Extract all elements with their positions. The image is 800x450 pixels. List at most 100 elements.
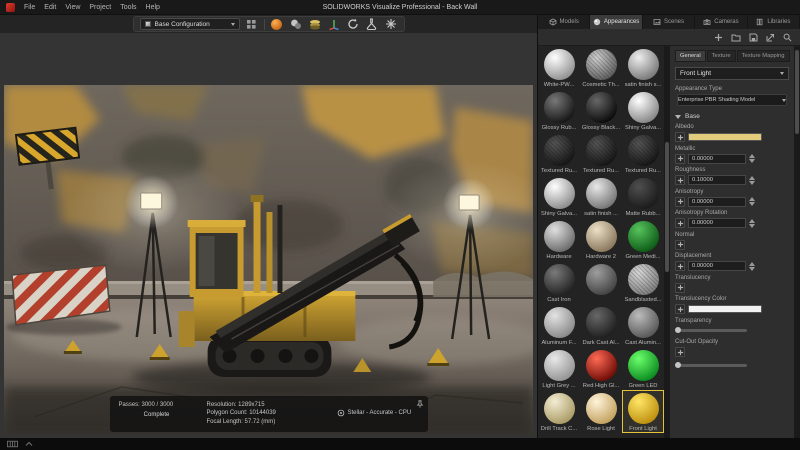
slider-track[interactable]	[675, 364, 747, 367]
tab-libraries[interactable]: Libraries	[748, 15, 800, 29]
appearance-swatch[interactable]: satin finish ...	[580, 175, 622, 218]
slider-thumb[interactable]	[675, 327, 681, 333]
stepper-buttons[interactable]	[749, 262, 755, 271]
appearance-swatch[interactable]: Shiny Galva...	[622, 89, 664, 132]
add-texture-button[interactable]	[675, 283, 685, 293]
materials-button[interactable]	[289, 17, 303, 31]
appearance-swatch[interactable]: Glossy Rub...	[538, 89, 580, 132]
import-button[interactable]	[731, 33, 741, 42]
appearance-swatch[interactable]: White-PW...	[538, 46, 580, 89]
appearance-swatch[interactable]: Light Grey ...	[538, 347, 580, 390]
export-button[interactable]	[766, 33, 775, 42]
menu-tools[interactable]: Tools	[120, 4, 136, 11]
render-canvas[interactable]	[4, 85, 533, 435]
color-swatch-button[interactable]	[688, 305, 762, 313]
appearance-swatch[interactable]: Shiny Galva...	[538, 175, 580, 218]
expand-up-icon[interactable]	[25, 441, 33, 447]
menu-file[interactable]: File	[24, 4, 35, 11]
tab-cameras[interactable]: Cameras	[695, 15, 747, 29]
properties-scrollbar[interactable]	[794, 46, 800, 438]
add-texture-button[interactable]	[675, 240, 685, 250]
search-button[interactable]	[783, 33, 792, 42]
tab-models[interactable]: Models	[538, 15, 590, 29]
add-texture-button[interactable]	[675, 197, 685, 207]
appearance-swatch[interactable]: Cast Alumin...	[622, 304, 664, 347]
config-grid-button[interactable]	[245, 17, 259, 31]
number-input[interactable]: 0.00000	[688, 261, 746, 271]
appearance-swatch[interactable]: Textured Ru...	[622, 132, 664, 175]
number-input[interactable]: 0.00000	[688, 154, 746, 164]
param-anisotropy: Anisotropy0.00000	[675, 189, 789, 208]
appearance-swatch[interactable]: Sandblasted...	[622, 261, 664, 304]
appearance-swatch[interactable]: Matte Rubb...	[622, 175, 664, 218]
swatch-scrollbar[interactable]	[664, 46, 670, 438]
appearance-swatch[interactable]: Aluminum F...	[538, 304, 580, 347]
render-button[interactable]	[365, 17, 379, 31]
appearance-swatch[interactable]: Textured Ru...	[538, 132, 580, 175]
palette-toolbar	[538, 29, 800, 46]
stepper-buttons[interactable]	[749, 219, 755, 228]
appearance-name-dropdown[interactable]: Front Light	[675, 67, 789, 80]
tab-scenes[interactable]: Scenes	[643, 15, 695, 29]
tab-texture-mapping[interactable]: Texture Mapping	[737, 50, 790, 62]
add-texture-button[interactable]	[675, 218, 685, 228]
number-input[interactable]: 0.00000	[688, 197, 746, 207]
appearance-swatch[interactable]: Cast Iron	[538, 261, 580, 304]
appearance-swatch[interactable]: Hardware 2	[580, 218, 622, 261]
viewport-toolbar: Base Configuration	[0, 15, 537, 33]
add-texture-button[interactable]	[675, 304, 685, 314]
app-window: File Edit View Project Tools Help SOLIDW…	[0, 0, 800, 450]
appearance-type-dropdown[interactable]: Enterprise PBR Shading Model	[677, 94, 787, 106]
tab-general[interactable]: General	[675, 50, 706, 62]
appearance-swatch[interactable]: Front Light	[622, 390, 664, 433]
add-texture-button[interactable]	[675, 175, 685, 185]
stepper-buttons[interactable]	[749, 197, 755, 206]
menu-project[interactable]: Project	[89, 4, 111, 11]
scrollbar-thumb[interactable]	[665, 142, 669, 272]
configuration-dropdown[interactable]: Base Configuration	[140, 18, 240, 30]
pin-icon[interactable]	[416, 400, 424, 408]
slider-track[interactable]	[675, 329, 747, 332]
appearance-ball-button[interactable]	[270, 17, 284, 31]
menu-help[interactable]: Help	[146, 4, 160, 11]
tab-texture[interactable]: Texture	[707, 50, 736, 62]
appearance-swatch[interactable]: Glossy Black...	[580, 89, 622, 132]
timeline-icon[interactable]	[7, 440, 18, 448]
appearance-swatch[interactable]: Textured Ru...	[580, 132, 622, 175]
appearance-swatch[interactable]: satin finish s...	[622, 46, 664, 89]
status-bar	[0, 438, 800, 450]
scrollbar-thumb[interactable]	[795, 50, 799, 134]
viewport[interactable]: Passes: 3000 / 3000 Complete Resolution:…	[0, 33, 537, 438]
appearance-swatch[interactable]: Drill Track C...	[538, 390, 580, 433]
number-input[interactable]: 0.10000	[688, 175, 746, 185]
appearance-swatch[interactable]: Red High Gl...	[580, 347, 622, 390]
appearance-swatch[interactable]: Hardware	[538, 218, 580, 261]
add-appearance-button[interactable]	[714, 33, 723, 42]
tab-label: Cameras	[714, 19, 738, 25]
add-texture-button[interactable]	[675, 261, 685, 271]
effects-button[interactable]	[384, 17, 398, 31]
base-section-header[interactable]: Base	[675, 113, 789, 120]
color-swatch-button[interactable]	[688, 133, 762, 141]
add-texture-button[interactable]	[675, 154, 685, 164]
triad-button[interactable]	[327, 17, 341, 31]
stepper-buttons[interactable]	[749, 154, 755, 163]
add-texture-button[interactable]	[675, 132, 685, 142]
rotate-view-button[interactable]	[346, 17, 360, 31]
menu-edit[interactable]: Edit	[44, 4, 56, 11]
appearance-swatch[interactable]: Rose Light	[580, 390, 622, 433]
number-input[interactable]: 0.00000	[688, 218, 746, 228]
stepper-buttons[interactable]	[749, 176, 755, 185]
appearance-swatch[interactable]: Cosmetic Th...	[580, 46, 622, 89]
add-texture-button[interactable]	[675, 347, 685, 357]
tab-appearances[interactable]: Appearances	[590, 15, 642, 29]
appearance-swatch[interactable]	[580, 261, 622, 304]
appearance-swatch[interactable]: Green LED	[622, 347, 664, 390]
appearance-swatch[interactable]: Dark Cast Al...	[580, 304, 622, 347]
slider-thumb[interactable]	[675, 362, 681, 368]
menu-view[interactable]: View	[65, 4, 80, 11]
appearance-swatch[interactable]: Green Medi...	[622, 218, 664, 261]
turntable-button[interactable]	[308, 17, 322, 31]
chevron-down-icon	[780, 72, 784, 75]
save-button[interactable]	[749, 33, 758, 42]
